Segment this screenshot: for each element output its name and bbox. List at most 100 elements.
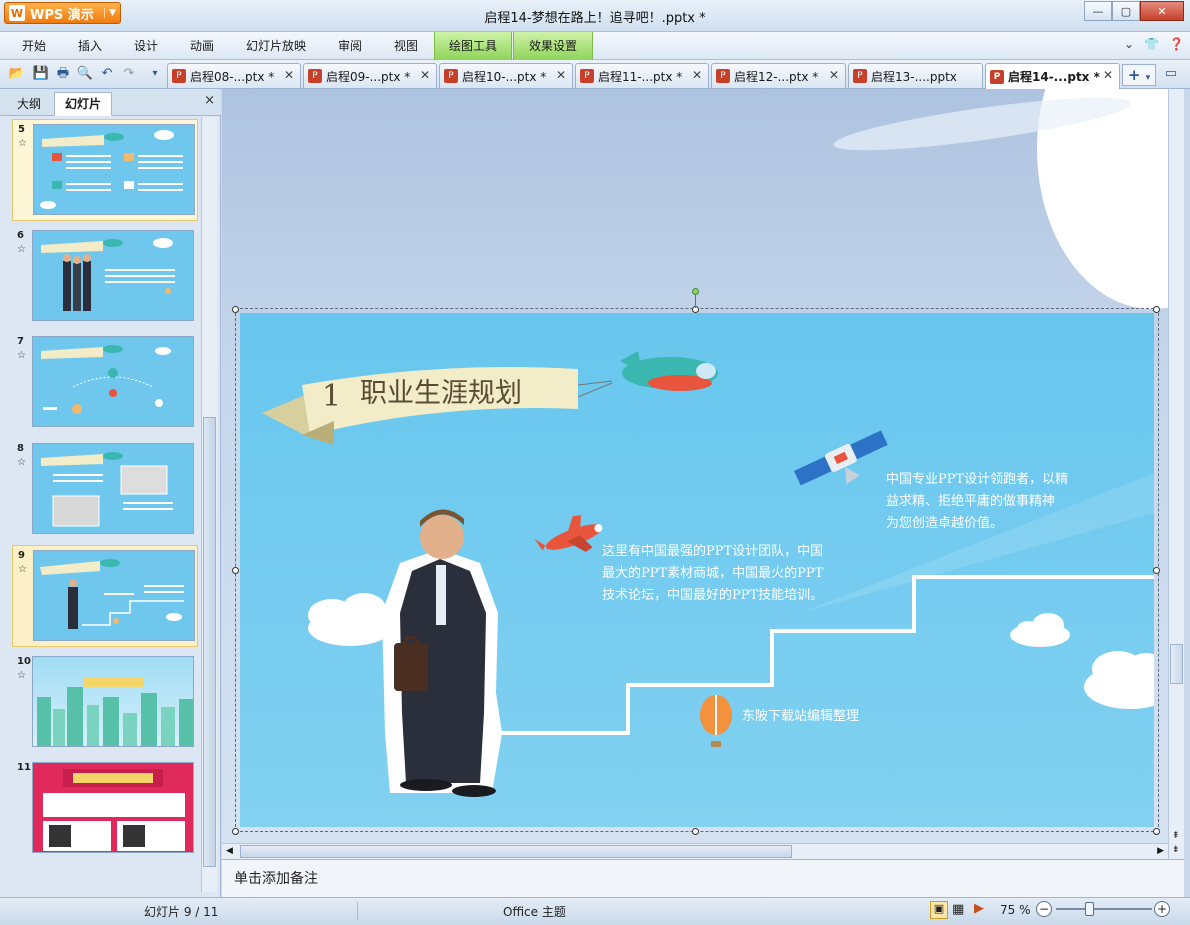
resize-handle[interactable]	[232, 306, 239, 313]
page-down-icon[interactable]: ⇟	[1172, 845, 1180, 855]
undo-icon[interactable]: ↶	[98, 65, 116, 83]
section-title: 职业生涯规划	[360, 378, 522, 409]
star-icon: ☆	[17, 244, 26, 255]
resize-handle[interactable]	[1153, 567, 1160, 574]
chevron-down-icon[interactable]: ⌄	[1124, 37, 1134, 51]
new-tab-button[interactable]: + ▾	[1122, 64, 1156, 86]
zoom-level[interactable]: 75 %	[1000, 903, 1031, 917]
notes-placeholder[interactable]: 单击添加备注	[234, 868, 318, 888]
slideshow-icon[interactable]: ▶	[974, 901, 984, 916]
tab-drawing-tools[interactable]: 绘图工具	[434, 32, 512, 60]
tab-outline[interactable]: 大纲	[6, 92, 52, 116]
doc-tab-label: 启程14-...ptx *	[1008, 70, 1100, 84]
doc-tab-13[interactable]: P 启程13-....pptx	[848, 63, 983, 88]
slide-number: 5	[18, 124, 25, 135]
close-tab-icon[interactable]: ✕	[420, 68, 430, 82]
tab-review[interactable]: 审阅	[328, 32, 372, 60]
doc-tab-10[interactable]: P 启程10-...ptx * ✕	[439, 63, 573, 88]
resize-handle[interactable]	[692, 828, 699, 835]
slide-preview	[32, 443, 194, 534]
scroll-right-icon[interactable]: ▶	[1157, 846, 1164, 856]
rotate-handle[interactable]	[692, 288, 699, 295]
quick-access-toolbar: 📂 💾 🖶 🔍 ↶ ↷ ▾ P 启程08-...ptx * ✕ P 启程09-.…	[0, 60, 1190, 89]
slide-thumbnail-6[interactable]: 6 ☆	[12, 226, 198, 328]
shirt-icon[interactable]: 👕	[1144, 37, 1159, 51]
save-icon[interactable]: 💾	[32, 65, 50, 83]
tab-insert[interactable]: 插入	[68, 32, 112, 60]
close-panel-icon[interactable]: ×	[204, 93, 215, 108]
resize-handle[interactable]	[1153, 306, 1160, 313]
customize-dropdown-icon[interactable]: ▾	[146, 65, 164, 83]
current-slide[interactable]: 1 职业生涯规划 中国专业PPT设计领跑者，以精 益求精、拒绝平庸的做事精神 为…	[240, 313, 1154, 827]
scroll-left-icon[interactable]: ◀	[226, 846, 233, 856]
help-icon[interactable]: ❓	[1169, 37, 1184, 51]
tab-slideshow[interactable]: 幻灯片放映	[236, 32, 316, 60]
doc-tab-11[interactable]: P 启程11-...ptx * ✕	[575, 63, 709, 88]
close-tab-icon[interactable]: ✕	[1103, 68, 1113, 82]
doc-tab-08[interactable]: P 启程08-...ptx * ✕	[167, 63, 301, 88]
print-preview-icon[interactable]: 🔍	[76, 65, 94, 83]
slide-sorter-icon[interactable]: ▦	[952, 902, 964, 917]
scrollbar-thumb[interactable]	[203, 417, 216, 867]
close-tab-icon[interactable]: ✕	[284, 68, 294, 82]
slides-panel-scrollbar[interactable]	[201, 117, 217, 892]
maximize-button[interactable]: ▢	[1112, 1, 1140, 21]
title-bar: W WPS 演示 ▼ 启程14-梦想在路上！追寻吧！.pptx * — ▢ ✕	[0, 0, 1190, 32]
slide-thumbnail-9[interactable]: 9 ☆	[12, 545, 198, 647]
section-number: 1	[322, 379, 342, 414]
resize-handle[interactable]	[232, 567, 239, 574]
close-button[interactable]: ✕	[1140, 1, 1184, 21]
print-icon[interactable]: 🖶	[54, 65, 72, 83]
slide-thumbnail-8[interactable]: 8 ☆	[12, 439, 198, 541]
zoom-in-button[interactable]: +	[1154, 901, 1170, 917]
notes-pane[interactable]: 单击添加备注	[222, 859, 1184, 897]
text-bottom[interactable]: 东陂下载站编辑整理	[742, 706, 859, 728]
star-icon: ☆	[17, 350, 26, 361]
presentation-file-icon: P	[444, 69, 458, 83]
slide-number: 7	[17, 336, 24, 347]
resize-handle[interactable]	[232, 828, 239, 835]
slide-number: 6	[17, 230, 24, 241]
status-bar: 幻灯片 9 / 11 Office 主题 ▣ ▦ ▶ 75 % − +	[0, 897, 1190, 925]
doc-tab-14[interactable]: P 启程14-...ptx * ✕	[985, 63, 1120, 89]
slide-thumbnail-7[interactable]: 7 ☆	[12, 332, 198, 434]
vertical-scrollbar[interactable]: ⇞ ⇟	[1168, 89, 1184, 859]
zoom-slider-thumb[interactable]	[1085, 902, 1094, 916]
slide-thumbnail-5[interactable]: 5 ☆	[12, 119, 198, 221]
resize-handle[interactable]	[1153, 828, 1160, 835]
tab-slides[interactable]: 幻灯片	[54, 92, 113, 116]
tab-animation[interactable]: 动画	[180, 32, 224, 60]
scrollbar-thumb[interactable]	[240, 845, 792, 858]
zoom-slider-track[interactable]	[1056, 908, 1152, 910]
close-tab-icon[interactable]: ✕	[556, 68, 566, 82]
text-middle[interactable]: 这里有中国最强的PPT设计团队，中国 最大的PPT素材商城，中国最火的PPT 技…	[602, 541, 882, 607]
slide-thumbnail-10[interactable]: 10 ☆	[12, 652, 198, 754]
tab-list-icon[interactable]: ▭	[1162, 65, 1180, 83]
slide-5-preview-graphic	[40, 130, 183, 209]
text-top-right[interactable]: 中国专业PPT设计领跑者，以精 益求精、拒绝平庸的做事精神 为您创造卓越价值。	[886, 469, 1116, 535]
zoom-out-button[interactable]: −	[1036, 901, 1052, 917]
tab-design[interactable]: 设计	[124, 32, 168, 60]
page-up-icon[interactable]: ⇞	[1172, 831, 1180, 841]
theme-name: Office 主题	[503, 905, 566, 919]
horizontal-scrollbar[interactable]: ◀ ▶	[222, 843, 1168, 859]
doc-tab-label: 启程08-...ptx *	[190, 69, 275, 84]
presentation-file-icon: P	[853, 69, 867, 83]
minimize-button[interactable]: —	[1084, 1, 1112, 21]
close-tab-icon[interactable]: ✕	[692, 68, 702, 82]
slide-preview	[33, 124, 195, 215]
normal-view-icon[interactable]: ▣	[930, 901, 948, 919]
slide-thumbnail-11[interactable]: 11	[12, 758, 198, 860]
tab-effect-settings[interactable]: 效果设置	[513, 32, 593, 60]
star-icon: ☆	[18, 564, 27, 575]
doc-tab-12[interactable]: P 启程12-...ptx * ✕	[711, 63, 846, 88]
text-line: 这里有中国最强的PPT设计团队，中国	[602, 544, 824, 559]
close-tab-icon[interactable]: ✕	[829, 68, 839, 82]
doc-tab-09[interactable]: P 启程09-...ptx * ✕	[303, 63, 437, 88]
open-folder-icon[interactable]: 📂	[8, 65, 26, 83]
redo-icon[interactable]: ↷	[120, 65, 138, 83]
tab-home[interactable]: 开始	[12, 32, 56, 60]
panel-tabs: 大纲 幻灯片 ×	[0, 89, 221, 116]
tab-view[interactable]: 视图	[384, 32, 428, 60]
scrollbar-thumb[interactable]	[1170, 644, 1183, 684]
